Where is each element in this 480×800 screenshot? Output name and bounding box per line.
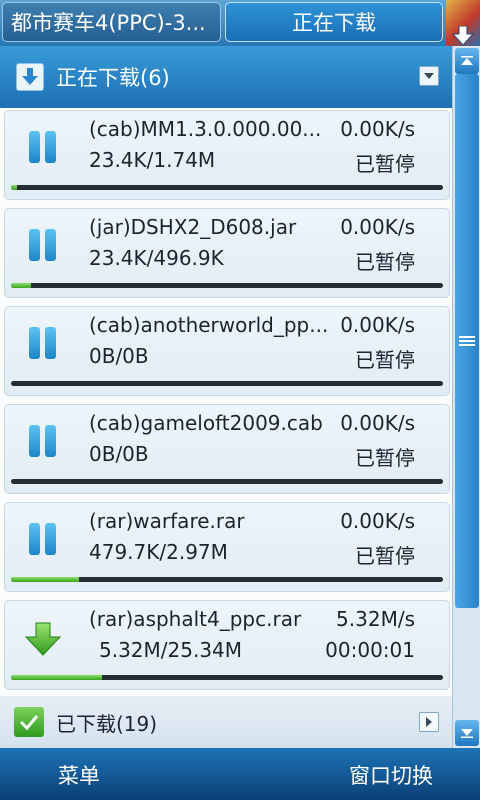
file-name: (cab)MM1.3.0.000.00... <box>89 117 322 141</box>
download-speed: 0.00K/s <box>340 215 415 239</box>
scrollbar[interactable] <box>452 46 480 748</box>
download-speed: 0.00K/s <box>340 313 415 337</box>
download-size: 479.7K/2.97M <box>89 540 228 564</box>
download-status: 已暂停 <box>355 250 415 274</box>
download-size: 0B/0B <box>89 344 149 368</box>
file-name: (rar)asphalt4_ppc.rar <box>89 607 302 631</box>
down-arrow-icon <box>452 26 474 46</box>
pause-icon[interactable] <box>23 325 63 365</box>
download-speed: 5.32M/s <box>336 607 415 631</box>
file-name: (rar)warfare.rar <box>89 509 245 533</box>
download-item[interactable]: (rar)warfare.rar 0.00K/s 479.7K/2.97M 已暂… <box>4 502 450 592</box>
menu-softkey[interactable]: 菜单 <box>58 760 100 790</box>
switch-window-softkey[interactable]: 窗口切换 <box>349 760 433 790</box>
download-speed: 0.00K/s <box>340 509 415 533</box>
downloaded-section-header[interactable]: 已下载(19) <box>0 696 452 748</box>
chevron-up-icon <box>461 56 473 65</box>
download-status: 已暂停 <box>355 544 415 568</box>
download-item[interactable]: (jar)DSHX2_D608.jar 0.00K/s 23.4K/496.9K… <box>4 208 450 298</box>
progress-bar <box>11 283 443 288</box>
section-title: 正在下载(6) <box>56 66 170 90</box>
pause-icon[interactable] <box>23 227 63 267</box>
progress-bar <box>11 577 443 582</box>
download-list: (cab)MM1.3.0.000.00... 0.00K/s 23.4K/1.7… <box>0 108 452 696</box>
expand-icon[interactable] <box>419 712 439 732</box>
chevron-down-icon <box>461 729 473 738</box>
progress-bar <box>11 479 443 484</box>
download-item-active[interactable]: (rar)asphalt4_ppc.rar 5.32M/s 5.32M/25.3… <box>4 600 450 690</box>
tab-city-racing[interactable]: 都市赛车4(PPC)-3... <box>2 2 221 42</box>
download-size: 0B/0B <box>89 442 149 466</box>
collapse-icon[interactable] <box>419 66 439 86</box>
downloading-section-header[interactable]: 正在下载(6) <box>0 46 452 108</box>
check-icon <box>14 707 44 737</box>
tab-bar: 都市赛车4(PPC)-3... 正在下载 <box>0 0 480 46</box>
download-speed: 0.00K/s <box>340 411 415 435</box>
scroll-up-button[interactable] <box>455 48 479 74</box>
downloaded-title: 已下载(19) <box>56 711 158 736</box>
scroll-thumb[interactable] <box>455 74 479 608</box>
tab-downloading[interactable]: 正在下载 <box>225 2 443 42</box>
softkey-bar: 菜单 窗口切换 <box>0 748 480 800</box>
download-item[interactable]: (cab)gameloft2009.cab 0.00K/s 0B/0B 已暂停 <box>4 404 450 494</box>
file-name: (jar)DSHX2_D608.jar <box>89 215 297 239</box>
pause-icon[interactable] <box>23 521 63 561</box>
progress-bar <box>11 675 443 680</box>
remaining-time: 00:00:01 <box>325 638 415 662</box>
downloading-arrow-icon[interactable] <box>23 619 63 659</box>
download-status: 已暂停 <box>355 446 415 470</box>
progress-bar <box>11 185 443 190</box>
download-status: 已暂停 <box>355 348 415 372</box>
download-speed: 0.00K/s <box>340 117 415 141</box>
download-item[interactable]: (cab)MM1.3.0.000.00... 0.00K/s 23.4K/1.7… <box>4 110 450 200</box>
download-status: 已暂停 <box>355 152 415 176</box>
download-size: 23.4K/1.74M <box>89 148 216 172</box>
file-name: (cab)anotherworld_pp... <box>89 313 329 337</box>
pause-icon[interactable] <box>23 129 63 169</box>
download-arrow-icon <box>16 63 44 91</box>
grip-icon <box>459 336 475 346</box>
download-size: 5.32M/25.34M <box>99 638 243 662</box>
download-size: 23.4K/496.9K <box>89 246 224 270</box>
download-item[interactable]: (cab)anotherworld_pp... 0.00K/s 0B/0B 已暂… <box>4 306 450 396</box>
scroll-down-button[interactable] <box>455 720 479 746</box>
pause-icon[interactable] <box>23 423 63 463</box>
file-name: (cab)gameloft2009.cab <box>89 411 323 435</box>
download-manager-icon[interactable] <box>446 0 480 46</box>
progress-bar <box>11 381 443 386</box>
